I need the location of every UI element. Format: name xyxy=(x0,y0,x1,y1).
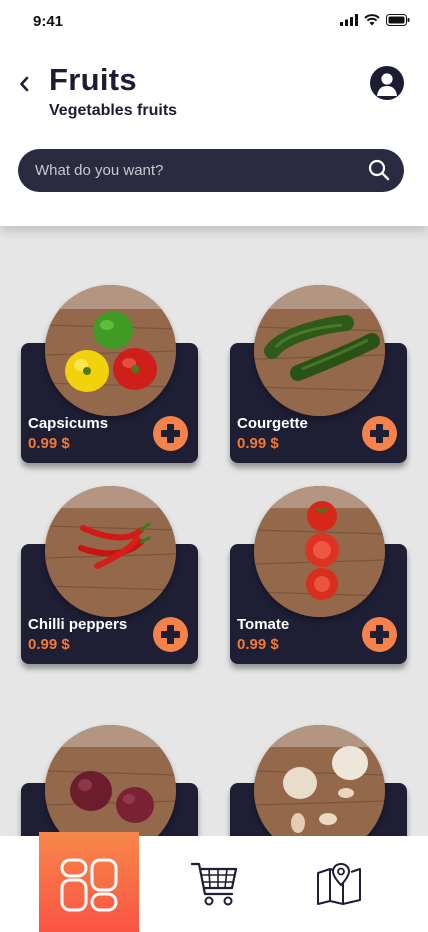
product-price: 0.99 $ xyxy=(237,636,279,653)
status-icons xyxy=(340,14,410,26)
product-price: 0.99 $ xyxy=(28,435,70,452)
search-icon[interactable] xyxy=(368,159,390,181)
add-to-cart-button[interactable] xyxy=(362,617,397,652)
status-time: 9:41 xyxy=(33,13,64,30)
search-bar xyxy=(18,149,404,192)
page-title: Fruits xyxy=(49,62,137,97)
product-price: 0.99 $ xyxy=(28,636,70,653)
header: 9:41 Fruits Vegetables fruits xyxy=(0,0,428,226)
page-subtitle: Vegetables fruits xyxy=(49,102,178,119)
product-card-onion[interactable] xyxy=(21,725,198,903)
wifi-icon xyxy=(364,14,380,26)
product-name: Courgette xyxy=(237,415,308,432)
add-to-cart-button[interactable] xyxy=(153,617,188,652)
product-card-capsicums[interactable]: Capsicums 0.99 $ xyxy=(21,285,198,463)
product-price: 0.99 $ xyxy=(237,435,279,452)
product-image-courgette xyxy=(254,285,385,416)
battery-icon xyxy=(386,14,410,26)
product-image-capsicums xyxy=(45,285,176,416)
product-card-garlic[interactable] xyxy=(230,725,407,903)
product-card-chilli-peppers[interactable]: Chilli peppers 0.99 $ xyxy=(21,486,198,664)
product-card-tomate[interactable]: Tomate 0.99 $ xyxy=(230,486,407,664)
search-input[interactable] xyxy=(35,149,355,192)
profile-button[interactable] xyxy=(370,66,404,100)
chevron-left-icon xyxy=(20,76,29,92)
add-to-cart-button[interactable] xyxy=(362,416,397,451)
product-card-courgette[interactable]: Courgette 0.99 $ xyxy=(230,285,407,463)
nav-map-button[interactable] xyxy=(315,861,363,905)
product-name: Chilli peppers xyxy=(28,616,128,633)
map-icon xyxy=(317,862,361,905)
cart-icon xyxy=(190,862,238,906)
home-icon xyxy=(60,858,118,912)
bottom-navigation xyxy=(0,832,428,932)
product-name: Capsicums xyxy=(28,415,109,432)
back-button[interactable] xyxy=(14,72,34,96)
nav-cart-button[interactable] xyxy=(190,860,240,908)
add-to-cart-button[interactable] xyxy=(153,416,188,451)
product-name: Tomate xyxy=(237,616,290,633)
user-icon xyxy=(377,73,397,96)
signal-icon xyxy=(340,14,358,26)
product-image-tomate xyxy=(254,486,385,617)
nav-home-button[interactable] xyxy=(39,832,139,932)
product-image-chilli-peppers xyxy=(45,486,176,617)
